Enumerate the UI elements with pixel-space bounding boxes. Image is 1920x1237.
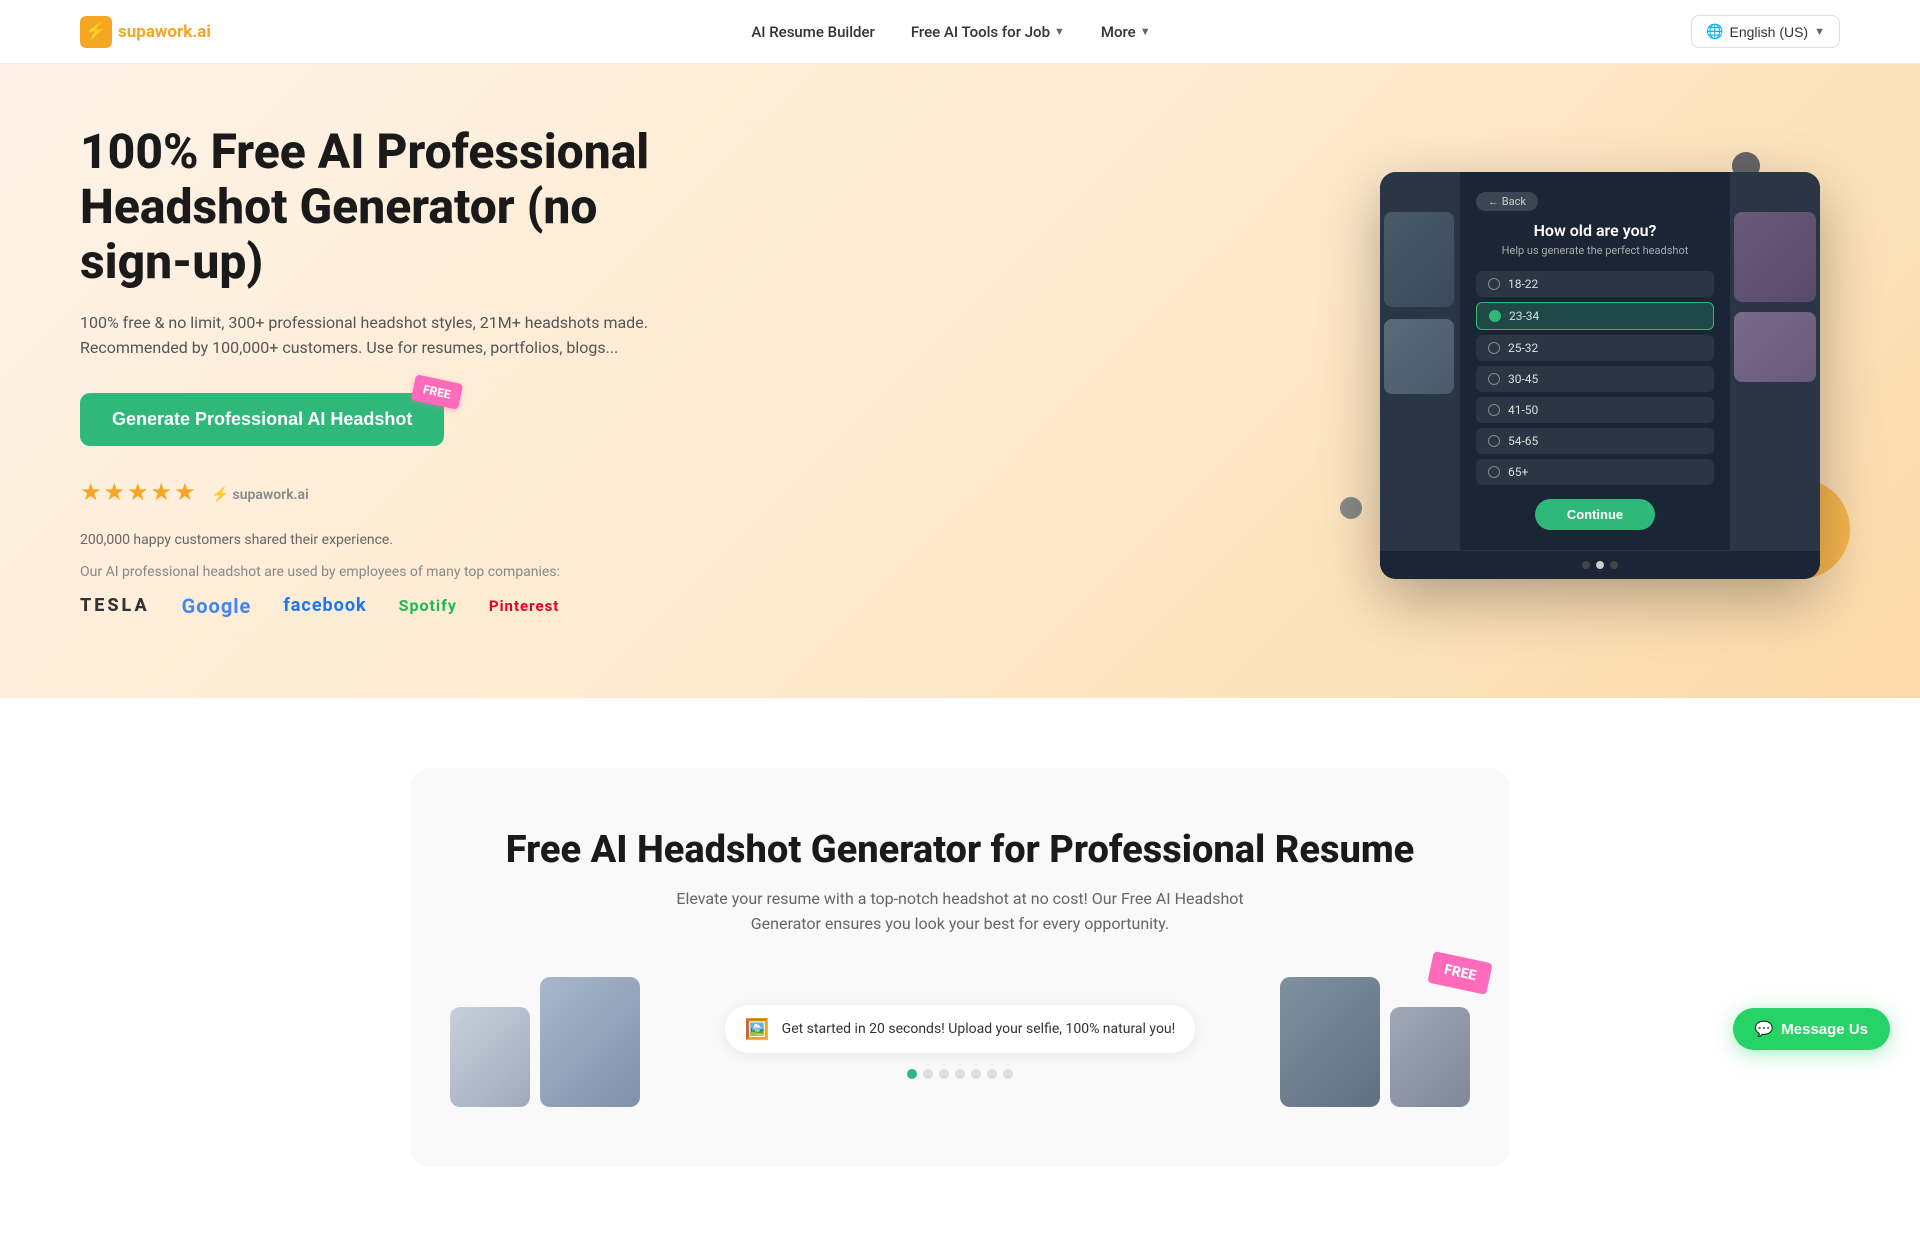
cta-wrapper: Generate Professional AI Headshot FREE (80, 393, 444, 446)
dot-indicator (1582, 561, 1590, 569)
radio-icon (1488, 466, 1500, 478)
right-profile-images: FREE (1280, 977, 1470, 1107)
age-option-54[interactable]: 54-65 (1476, 428, 1714, 454)
free-badge-section2: FREE (1427, 951, 1493, 995)
star-half-icon: ★ (174, 478, 196, 506)
nav-free-tools[interactable]: Free AI Tools for Job ▼ (897, 15, 1079, 49)
person-image (1734, 212, 1816, 302)
person-image (1384, 319, 1454, 394)
whatsapp-icon: 💬 (1755, 1020, 1774, 1038)
age-option-18[interactable]: 18-22 (1476, 271, 1714, 297)
back-button[interactable]: ← Back (1476, 192, 1538, 211)
person-image (1384, 212, 1454, 307)
section2-subtitle: Elevate your resume with a top-notch hea… (660, 886, 1260, 937)
left-profile-images (450, 977, 640, 1107)
logo-icon: ⚡ (80, 16, 112, 48)
continue-button[interactable]: Continue (1535, 499, 1655, 530)
chevron-down-icon: ▼ (1814, 26, 1825, 38)
hero-right: ← Back How old are you? Help us generate… (1360, 162, 1840, 579)
progress-dot (955, 1069, 965, 1079)
language-selector[interactable]: 🌐 English (US) ▼ (1691, 15, 1840, 48)
dot-indicator (1596, 561, 1604, 569)
ratings-row: ★ ★ ★ ★ ★ ⚡ supawork.ai (80, 478, 720, 512)
radio-icon (1488, 373, 1500, 385)
navbar: ⚡ supawork.ai AI Resume Builder Free AI … (0, 0, 1920, 64)
hero-subtitle: 100% free & no limit, 300+ professional … (80, 310, 720, 361)
star-icon: ★ (80, 478, 102, 506)
facebook-logo: facebook (283, 595, 366, 616)
age-option-30[interactable]: 30-45 (1476, 366, 1714, 392)
age-option-65[interactable]: 65+ (1476, 459, 1714, 485)
progress-dot (971, 1069, 981, 1079)
question-sub: Help us generate the perfect headshot (1502, 244, 1689, 257)
radio-icon (1488, 342, 1500, 354)
step-text-box: 🖼️ Get started in 20 seconds! Upload you… (725, 1005, 1196, 1053)
section2-bottom: 🖼️ Get started in 20 seconds! Upload you… (450, 977, 1470, 1107)
brand-logos: TESLA Google facebook Spotify Pinterest (80, 594, 720, 618)
progress-dot (939, 1069, 949, 1079)
age-option-25[interactable]: 25-32 (1476, 335, 1714, 361)
upload-icon: 🖼️ (745, 1017, 770, 1041)
radio-icon (1488, 278, 1500, 290)
profile-image-main (540, 977, 640, 1107)
chevron-down-icon: ▼ (1140, 25, 1151, 38)
age-option-41[interactable]: 41-50 (1476, 397, 1714, 423)
nav-more[interactable]: More ▼ (1087, 15, 1165, 49)
progress-dot (987, 1069, 997, 1079)
hero-title: 100% Free AI Professional Headshot Gener… (80, 124, 720, 290)
section2: Free AI Headshot Generator for Professio… (0, 698, 1920, 1237)
star-icon: ★ (104, 478, 126, 506)
progress-dot (923, 1069, 933, 1079)
globe-icon: 🌐 (1706, 23, 1723, 40)
spotify-logo: Spotify (399, 596, 457, 615)
profile-image (1280, 977, 1380, 1107)
tesla-logo: TESLA (80, 595, 150, 616)
section2-title: Free AI Headshot Generator for Professio… (450, 828, 1470, 872)
mockup-left-images (1380, 172, 1460, 550)
radio-icon (1489, 310, 1501, 322)
logo[interactable]: ⚡ supawork.ai (80, 16, 211, 48)
dot-indicator (1610, 561, 1618, 569)
question-title: How old are you? (1534, 221, 1657, 240)
app-mockup: ← Back How old are you? Help us generate… (1380, 172, 1820, 579)
profile-image (1390, 1007, 1470, 1107)
radio-icon (1488, 404, 1500, 416)
profile-image (450, 1007, 530, 1107)
nav-resume-builder[interactable]: AI Resume Builder (737, 15, 889, 49)
chevron-down-icon: ▼ (1054, 25, 1065, 38)
age-option-23[interactable]: 23-34 (1476, 302, 1714, 330)
section2-card: Free AI Headshot Generator for Professio… (410, 768, 1510, 1167)
step-info: 🖼️ Get started in 20 seconds! Upload you… (680, 1005, 1240, 1079)
star-rating: ★ ★ ★ ★ ★ (80, 478, 196, 506)
logo-text: supawork.ai (118, 22, 211, 42)
decorative-circle-gray-bottom (1340, 497, 1362, 519)
google-logo: Google (182, 594, 252, 618)
progress-dot (1003, 1069, 1013, 1079)
progress-dots (907, 1069, 1013, 1079)
mockup-pagination (1380, 550, 1820, 579)
progress-dot (907, 1069, 917, 1079)
radio-icon (1488, 435, 1500, 447)
hero-left: 100% Free AI Professional Headshot Gener… (80, 124, 720, 618)
whatsapp-message-button[interactable]: 💬 Message Us (1733, 1008, 1890, 1050)
nav-links: AI Resume Builder Free AI Tools for Job … (737, 15, 1164, 49)
person-image (1734, 312, 1816, 382)
supawork-small-logo: ⚡ supawork.ai (212, 487, 309, 503)
star-icon: ★ (127, 478, 149, 506)
generate-cta-button[interactable]: Generate Professional AI Headshot (80, 393, 444, 446)
used-by-text: Our AI professional headshot are used by… (80, 564, 720, 580)
nav-right: 🌐 English (US) ▼ (1691, 15, 1840, 48)
happy-customers-text: 200,000 happy customers shared their exp… (80, 532, 720, 548)
pinterest-logo: Pinterest (489, 597, 559, 615)
age-options: 18-22 23-34 25-32 30-45 (1476, 271, 1714, 485)
mockup-right-images (1730, 172, 1820, 550)
star-icon: ★ (151, 478, 173, 506)
mockup-center: ← Back How old are you? Help us generate… (1460, 172, 1730, 550)
hero-section: 100% Free AI Professional Headshot Gener… (0, 64, 1920, 698)
